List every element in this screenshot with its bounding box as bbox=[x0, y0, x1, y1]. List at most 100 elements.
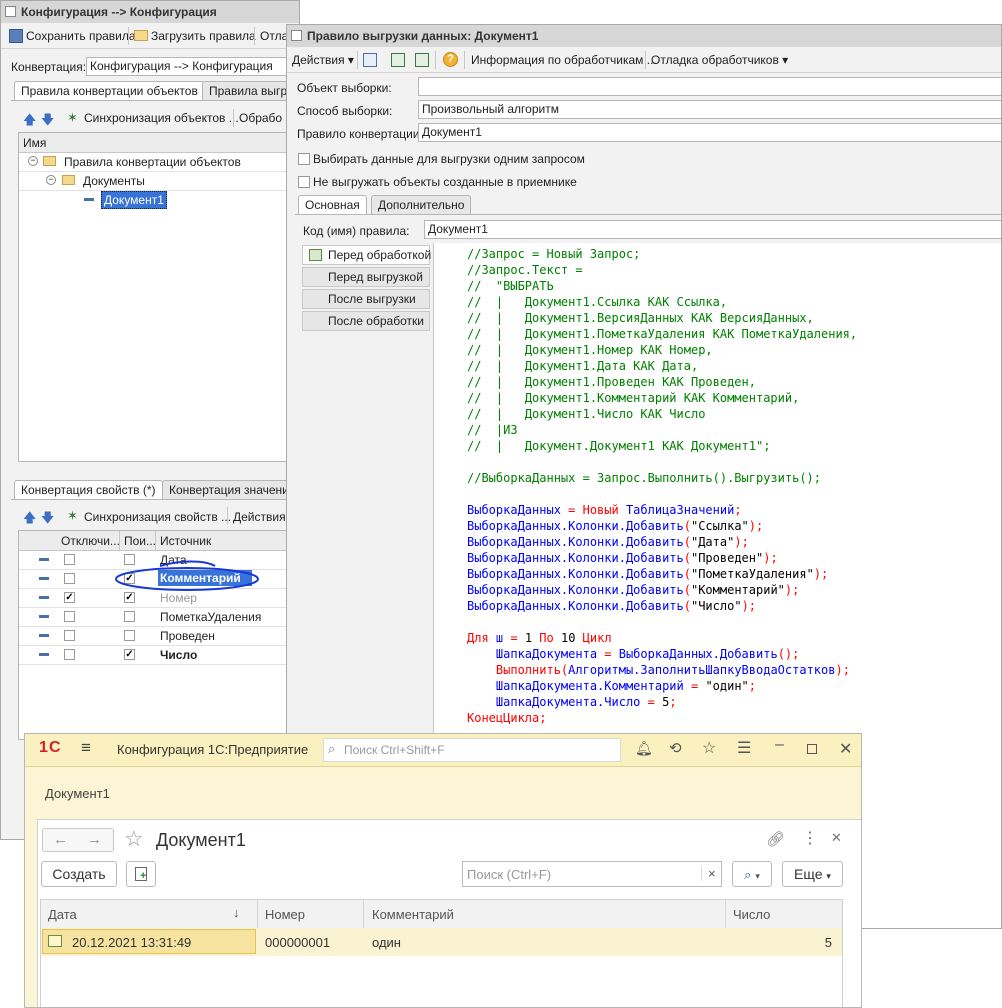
section-nav-item[interactable]: Документ1 bbox=[45, 786, 110, 801]
toolbar-separator bbox=[464, 51, 465, 69]
handler-before-processing[interactable]: Перед обработкой bbox=[302, 245, 432, 265]
code-token: "Проведен" bbox=[690, 551, 764, 565]
help-icon[interactable]: ? bbox=[443, 52, 458, 67]
comment-value: один bbox=[372, 935, 401, 950]
code-line: КонецЦикла; bbox=[467, 710, 857, 726]
debug-handlers-button[interactable]: Отладка обработчиков ▾ bbox=[651, 48, 788, 72]
toolbar-separator bbox=[645, 51, 646, 69]
rule-field[interactable]: Документ1 bbox=[418, 123, 1001, 142]
more-vertical-icon[interactable]: ⋮ bbox=[802, 828, 818, 848]
col-divider bbox=[257, 900, 258, 928]
code-token: // | Документ1.Проведен КАК Проведен, bbox=[467, 375, 756, 389]
code-token: По bbox=[532, 631, 561, 645]
more-button[interactable]: Еще ▾ bbox=[782, 861, 843, 887]
code-token: // | Документ1.Число КАК Число bbox=[467, 407, 706, 421]
code-token: ( bbox=[683, 567, 691, 581]
one-query-checkbox[interactable] bbox=[298, 153, 310, 165]
code-token: КонецЦикла; bbox=[467, 711, 547, 725]
main-menu-icon[interactable]: ≡ bbox=[81, 738, 91, 758]
code-token: // | Документ1.Дата КАК Дата, bbox=[467, 359, 699, 373]
code-token: // | Документ.Документ1 КАК Документ1"; bbox=[467, 439, 771, 453]
table-row[interactable]: 20.12.2021 13:31:49 000000001 один 5 bbox=[41, 928, 842, 956]
code-line: ВыборкаДанных.Колонки.Добавить("Дата"); bbox=[467, 534, 857, 550]
code-line: // | Документ1.Число КАК Число bbox=[467, 406, 857, 422]
search-dropdown-button[interactable]: ⌕ ▾ bbox=[732, 861, 772, 887]
search-icon: ⌕ bbox=[744, 867, 752, 882]
nav-back-forward: ← → bbox=[42, 828, 114, 852]
annotation-circle-comment bbox=[115, 567, 259, 591]
code-token: = bbox=[683, 679, 706, 693]
method-field[interactable]: Произвольный алгоритм bbox=[418, 100, 1001, 119]
create-button[interactable]: Создать bbox=[41, 861, 117, 887]
handler-label: Перед обработкой bbox=[328, 248, 432, 262]
forward-arrow-icon[interactable]: → bbox=[87, 831, 102, 848]
col-number-header[interactable]: Номер bbox=[265, 907, 305, 922]
close-icon[interactable]: ✕ bbox=[839, 739, 852, 759]
chevron-down-icon: ▾ bbox=[826, 871, 831, 881]
history-icon[interactable]: ⟲ bbox=[669, 739, 682, 757]
link-icon[interactable]: 🔗︎ bbox=[766, 830, 785, 848]
code-token: ( bbox=[683, 551, 691, 565]
code-token: Выполнить bbox=[467, 663, 561, 677]
handler-before-export[interactable]: Перед выгрузкой bbox=[302, 267, 430, 287]
minimize-icon[interactable]: – bbox=[775, 736, 784, 754]
code-line: //Запрос = Новый Запрос; bbox=[467, 246, 857, 262]
code-token: ВыборкаДанных.Колонки.Добавить bbox=[467, 567, 684, 581]
code-line: ВыборкаДанных.Колонки.Добавить("Число"); bbox=[467, 598, 857, 614]
code-line: ВыборкаДанных.Колонки.Добавить("ПометкаУ… bbox=[467, 566, 857, 582]
handler-after-processing[interactable]: После обработки bbox=[302, 311, 430, 331]
export-rule-title-text: Правило выгрузки данных: Документ1 bbox=[307, 29, 539, 43]
code-token: ШапкаДокумента bbox=[467, 647, 598, 661]
code-token: ; bbox=[669, 695, 677, 709]
date-cell-selected[interactable]: 20.12.2021 13:31:49 bbox=[42, 929, 256, 954]
code-token: = bbox=[560, 503, 583, 517]
handlers-info-button[interactable]: Информация по обработчикам ... bbox=[471, 48, 657, 72]
maximize-icon[interactable] bbox=[807, 744, 817, 754]
chevron-down-icon: ▾ bbox=[755, 871, 760, 881]
global-search-input[interactable]: ⌕ Поиск Ctrl+Shift+F bbox=[323, 738, 621, 762]
back-arrow-icon[interactable]: ← bbox=[53, 831, 68, 848]
code-token: 10 bbox=[560, 631, 576, 645]
tab-additional[interactable]: Дополнительно bbox=[371, 195, 472, 214]
clear-search-icon[interactable]: × bbox=[701, 866, 716, 881]
code-token: "один" bbox=[705, 679, 749, 693]
code-token: ВыборкаДанных.Колонки.Добавить bbox=[467, 583, 684, 597]
toolbar-separator bbox=[357, 51, 358, 69]
code-token: ВыборкаДанных.Добавить bbox=[618, 647, 778, 661]
code-token: "Дата" bbox=[690, 535, 735, 549]
code-token: ); bbox=[763, 551, 778, 565]
code-token: ); bbox=[784, 583, 800, 597]
code-line: // | Документ1.Проведен КАК Проведен, bbox=[467, 374, 857, 390]
favorite-star-icon[interactable]: ☆ bbox=[124, 826, 144, 852]
code-token: ; bbox=[734, 503, 742, 517]
rule-code-field[interactable]: Документ1 bbox=[424, 220, 1001, 239]
settings-menu-icon[interactable]: ☰ bbox=[737, 738, 751, 758]
bell-icon[interactable]: 🔔︎ bbox=[635, 740, 653, 757]
save-close-icon[interactable] bbox=[363, 53, 377, 67]
favorites-star-icon[interactable]: ☆ bbox=[702, 738, 716, 758]
code-token: // | Документ1.ВерсияДанных КАК ВерсияДа… bbox=[467, 311, 814, 325]
no-export-checkbox[interactable] bbox=[298, 176, 310, 188]
code-line: // "ВЫБРАТЬ bbox=[467, 278, 857, 294]
code-token: "Число" bbox=[690, 599, 742, 613]
object-field[interactable] bbox=[418, 77, 1001, 96]
search-icon: ⌕ bbox=[328, 741, 336, 756]
col-comment-header[interactable]: Комментарий bbox=[372, 907, 454, 922]
actions-menu-button[interactable]: Действия ▾ bbox=[292, 48, 354, 72]
refresh-icon[interactable] bbox=[391, 53, 405, 67]
list-search-input[interactable]: Поиск (Ctrl+F) × bbox=[462, 861, 722, 887]
code-token: ТаблицаЗначений bbox=[618, 503, 735, 517]
col-date-header[interactable]: Дата bbox=[48, 907, 77, 922]
copy-item-button[interactable]: + bbox=[126, 861, 156, 887]
tab-main[interactable]: Основная bbox=[298, 195, 367, 214]
list-form: ← → ☆ Документ1 🔗︎ ⋮ ✕ Создать + Поиск (… bbox=[37, 819, 861, 1007]
code-token: = bbox=[597, 647, 619, 661]
col-count-header[interactable]: Число bbox=[733, 907, 770, 922]
copy-icon[interactable] bbox=[415, 53, 429, 67]
handler-after-export[interactable]: После выгрузки bbox=[302, 289, 430, 309]
code-token: ( bbox=[683, 519, 691, 533]
form-close-icon[interactable]: ✕ bbox=[831, 830, 842, 846]
col-divider bbox=[363, 900, 364, 928]
